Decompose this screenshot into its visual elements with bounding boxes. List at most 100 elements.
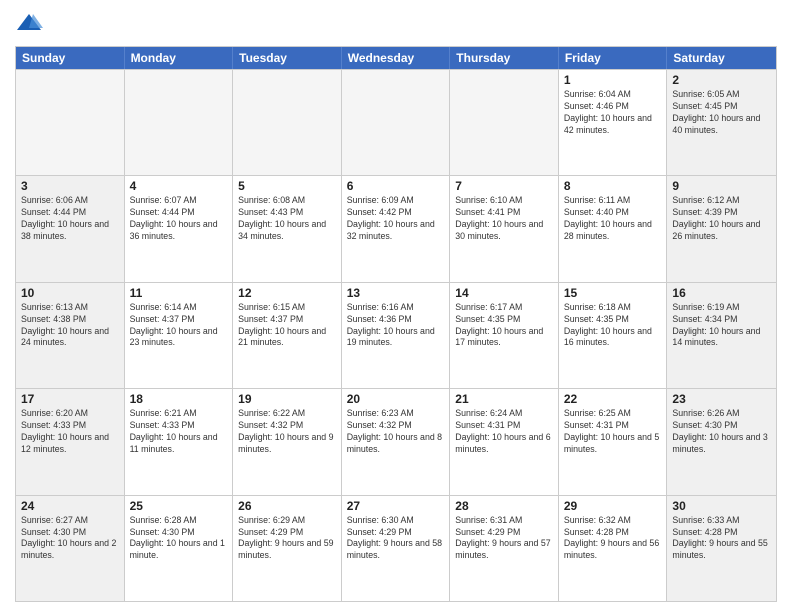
day-number: 22 (564, 392, 662, 406)
cal-row-1: 3 Sunrise: 6:06 AM Sunset: 4:44 PM Daylig… (16, 175, 776, 281)
day-number: 4 (130, 179, 228, 193)
cal-header-monday: Monday (125, 47, 234, 69)
day-number: 11 (130, 286, 228, 300)
day-number: 14 (455, 286, 553, 300)
day-number: 3 (21, 179, 119, 193)
day-info: Sunrise: 6:20 AM Sunset: 4:33 PM Dayligh… (21, 408, 119, 456)
cal-header-sunday: Sunday (16, 47, 125, 69)
cal-cell-day-23: 23 Sunrise: 6:26 AM Sunset: 4:30 PM Dayli… (667, 389, 776, 494)
cal-cell-day-4: 4 Sunrise: 6:07 AM Sunset: 4:44 PM Daylig… (125, 176, 234, 281)
cal-cell-day-6: 6 Sunrise: 6:09 AM Sunset: 4:42 PM Daylig… (342, 176, 451, 281)
cal-cell-day-13: 13 Sunrise: 6:16 AM Sunset: 4:36 PM Dayli… (342, 283, 451, 388)
cal-cell-empty (233, 70, 342, 175)
cal-row-3: 17 Sunrise: 6:20 AM Sunset: 4:33 PM Dayli… (16, 388, 776, 494)
day-number: 1 (564, 73, 662, 87)
cal-cell-day-10: 10Sunrise: 6:13 AM Sunset: 4:38 PM Dayli… (16, 283, 125, 388)
day-number: 2 (672, 73, 771, 87)
cal-cell-day-22: 22 Sunrise: 6:25 AM Sunset: 4:31 PM Dayli… (559, 389, 668, 494)
day-number: 25 (130, 499, 228, 513)
day-info: Sunrise: 6:32 AM Sunset: 4:28 PM Dayligh… (564, 515, 662, 563)
cal-cell-day-30: 30 Sunrise: 6:33 AM Sunset: 4:28 PM Dayli… (667, 496, 776, 601)
cal-cell-day-16: 16 Sunrise: 6:19 AM Sunset: 4:34 PM Dayli… (667, 283, 776, 388)
day-info: Sunrise: 6:19 AM Sunset: 4:34 PM Dayligh… (672, 302, 771, 350)
day-number: 8 (564, 179, 662, 193)
cal-header-thursday: Thursday (450, 47, 559, 69)
cal-cell-day-2: 2Sunrise: 6:05 AM Sunset: 4:45 PM Daylig… (667, 70, 776, 175)
cal-header-wednesday: Wednesday (342, 47, 451, 69)
cal-cell-day-28: 28 Sunrise: 6:31 AM Sunset: 4:29 PM Dayli… (450, 496, 559, 601)
day-number: 13 (347, 286, 445, 300)
header (15, 10, 777, 38)
day-info: Sunrise: 6:06 AM Sunset: 4:44 PM Dayligh… (21, 195, 119, 243)
day-info: Sunrise: 6:24 AM Sunset: 4:31 PM Dayligh… (455, 408, 553, 456)
day-info: Sunrise: 6:25 AM Sunset: 4:31 PM Dayligh… (564, 408, 662, 456)
cal-cell-day-14: 14 Sunrise: 6:17 AM Sunset: 4:35 PM Dayli… (450, 283, 559, 388)
cal-cell-empty (16, 70, 125, 175)
day-info: Sunrise: 6:09 AM Sunset: 4:42 PM Dayligh… (347, 195, 445, 243)
logo (15, 10, 47, 38)
day-info: Sunrise: 6:12 AM Sunset: 4:39 PM Dayligh… (672, 195, 771, 243)
day-number: 9 (672, 179, 771, 193)
cal-cell-day-12: 12 Sunrise: 6:15 AM Sunset: 4:37 PM Dayli… (233, 283, 342, 388)
cal-cell-empty (125, 70, 234, 175)
day-info: Sunrise: 6:21 AM Sunset: 4:33 PM Dayligh… (130, 408, 228, 456)
cal-cell-day-18: 18 Sunrise: 6:21 AM Sunset: 4:33 PM Dayli… (125, 389, 234, 494)
day-number: 6 (347, 179, 445, 193)
day-info: Sunrise: 6:27 AM Sunset: 4:30 PM Dayligh… (21, 515, 119, 563)
day-info: Sunrise: 6:17 AM Sunset: 4:35 PM Dayligh… (455, 302, 553, 350)
day-info: Sunrise: 6:14 AM Sunset: 4:37 PM Dayligh… (130, 302, 228, 350)
day-number: 16 (672, 286, 771, 300)
day-info: Sunrise: 6:33 AM Sunset: 4:28 PM Dayligh… (672, 515, 771, 563)
day-info: Sunrise: 6:10 AM Sunset: 4:41 PM Dayligh… (455, 195, 553, 243)
cal-header-saturday: Saturday (667, 47, 776, 69)
calendar-body: 1Sunrise: 6:04 AM Sunset: 4:46 PM Daylig… (16, 69, 776, 601)
cal-cell-day-26: 26Sunrise: 6:29 AM Sunset: 4:29 PM Dayli… (233, 496, 342, 601)
day-number: 12 (238, 286, 336, 300)
cal-cell-day-1: 1Sunrise: 6:04 AM Sunset: 4:46 PM Daylig… (559, 70, 668, 175)
cal-cell-empty (450, 70, 559, 175)
day-number: 28 (455, 499, 553, 513)
day-number: 30 (672, 499, 771, 513)
cal-row-0: 1Sunrise: 6:04 AM Sunset: 4:46 PM Daylig… (16, 69, 776, 175)
day-number: 21 (455, 392, 553, 406)
day-info: Sunrise: 6:16 AM Sunset: 4:36 PM Dayligh… (347, 302, 445, 350)
cal-cell-day-3: 3 Sunrise: 6:06 AM Sunset: 4:44 PM Daylig… (16, 176, 125, 281)
day-info: Sunrise: 6:31 AM Sunset: 4:29 PM Dayligh… (455, 515, 553, 563)
day-info: Sunrise: 6:08 AM Sunset: 4:43 PM Dayligh… (238, 195, 336, 243)
day-number: 29 (564, 499, 662, 513)
cal-row-4: 24 Sunrise: 6:27 AM Sunset: 4:30 PM Dayli… (16, 495, 776, 601)
day-info: Sunrise: 6:22 AM Sunset: 4:32 PM Dayligh… (238, 408, 336, 456)
day-info: Sunrise: 6:07 AM Sunset: 4:44 PM Dayligh… (130, 195, 228, 243)
cal-cell-day-5: 5 Sunrise: 6:08 AM Sunset: 4:43 PM Daylig… (233, 176, 342, 281)
cal-cell-day-20: 20Sunrise: 6:23 AM Sunset: 4:32 PM Dayli… (342, 389, 451, 494)
day-number: 23 (672, 392, 771, 406)
day-info: Sunrise: 6:26 AM Sunset: 4:30 PM Dayligh… (672, 408, 771, 456)
day-number: 26 (238, 499, 336, 513)
day-number: 7 (455, 179, 553, 193)
cal-cell-day-8: 8 Sunrise: 6:11 AM Sunset: 4:40 PM Daylig… (559, 176, 668, 281)
day-info: Sunrise: 6:15 AM Sunset: 4:37 PM Dayligh… (238, 302, 336, 350)
cal-header-friday: Friday (559, 47, 668, 69)
cal-cell-day-17: 17 Sunrise: 6:20 AM Sunset: 4:33 PM Dayli… (16, 389, 125, 494)
cal-cell-day-24: 24 Sunrise: 6:27 AM Sunset: 4:30 PM Dayli… (16, 496, 125, 601)
day-info: Sunrise: 6:30 AM Sunset: 4:29 PM Dayligh… (347, 515, 445, 563)
day-info: Sunrise: 6:28 AM Sunset: 4:30 PM Dayligh… (130, 515, 228, 563)
day-number: 15 (564, 286, 662, 300)
logo-icon (15, 10, 43, 38)
day-info: Sunrise: 6:11 AM Sunset: 4:40 PM Dayligh… (564, 195, 662, 243)
calendar: SundayMondayTuesdayWednesdayThursdayFrid… (15, 46, 777, 602)
page: SundayMondayTuesdayWednesdayThursdayFrid… (0, 0, 792, 612)
day-number: 5 (238, 179, 336, 193)
cal-row-2: 10Sunrise: 6:13 AM Sunset: 4:38 PM Dayli… (16, 282, 776, 388)
day-number: 17 (21, 392, 119, 406)
cal-cell-day-29: 29 Sunrise: 6:32 AM Sunset: 4:28 PM Dayli… (559, 496, 668, 601)
day-number: 10 (21, 286, 119, 300)
cal-cell-empty (342, 70, 451, 175)
cal-cell-day-11: 11 Sunrise: 6:14 AM Sunset: 4:37 PM Dayli… (125, 283, 234, 388)
cal-cell-day-25: 25 Sunrise: 6:28 AM Sunset: 4:30 PM Dayli… (125, 496, 234, 601)
day-number: 18 (130, 392, 228, 406)
day-number: 24 (21, 499, 119, 513)
day-number: 20 (347, 392, 445, 406)
calendar-header-row: SundayMondayTuesdayWednesdayThursdayFrid… (16, 47, 776, 69)
cal-cell-day-27: 27Sunrise: 6:30 AM Sunset: 4:29 PM Dayli… (342, 496, 451, 601)
